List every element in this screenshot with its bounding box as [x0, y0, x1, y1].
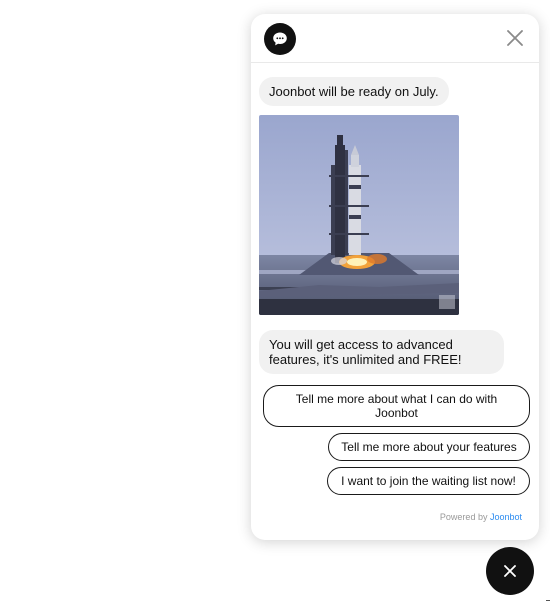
bot-avatar — [264, 23, 296, 55]
chat-header — [251, 14, 539, 63]
option-button-join-waiting-list[interactable]: I want to join the waiting list now! — [327, 467, 530, 495]
bot-message: You will get access to advanced features… — [259, 330, 504, 374]
option-button-features[interactable]: Tell me more about your features — [328, 433, 530, 461]
bot-message: Joonbot will be ready on July. — [259, 77, 449, 106]
rocket-launch-image — [259, 115, 459, 315]
chat-launcher-button[interactable] — [486, 547, 534, 595]
powered-by: Powered by Joonbot — [440, 512, 522, 522]
close-icon — [507, 30, 523, 46]
chat-bubble-icon — [273, 32, 287, 46]
divider — [546, 600, 550, 601]
close-icon — [504, 565, 516, 577]
close-button[interactable] — [505, 28, 525, 48]
rocket-launch-gif — [259, 115, 459, 315]
brand-link[interactable]: Joonbot — [490, 512, 522, 522]
powered-by-text: Powered by — [439, 512, 488, 522]
chat-window: Joonbot will be ready on July. You will … — [251, 14, 539, 540]
option-button-what-can-i-do[interactable]: Tell me more about what I can do with Jo… — [263, 385, 530, 427]
